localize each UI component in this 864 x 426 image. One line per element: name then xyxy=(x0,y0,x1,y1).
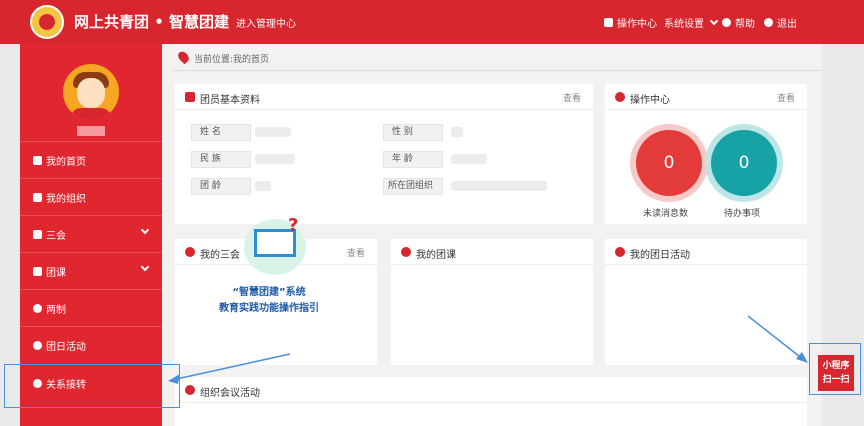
card-title: 我的团日活动 xyxy=(630,250,690,261)
unread-messages-counter[interactable]: 0 xyxy=(636,130,702,196)
nav-logout[interactable]: 退出 xyxy=(764,15,797,30)
guide-title-line2: 教育实践功能操作指引 xyxy=(219,303,319,314)
meeting-icon xyxy=(185,385,195,395)
card-header: 组织会议活动 xyxy=(175,377,807,403)
field-league-age-value-blurred xyxy=(255,181,271,191)
calendar-icon xyxy=(185,247,195,257)
power-icon xyxy=(764,18,773,27)
avatar-face xyxy=(77,78,105,108)
pencil-icon xyxy=(401,247,411,257)
view-link[interactable]: 查看 xyxy=(347,246,365,259)
field-name-value-blurred xyxy=(255,127,291,137)
breadcrumb-text: 当前位置:我的首页 xyxy=(194,55,270,65)
field-gender-label: 性 别 xyxy=(383,124,443,141)
nav-help-label: 帮助 xyxy=(735,19,755,30)
nav-system-settings-label: 系统设置 xyxy=(664,19,704,30)
nav-operation-center-label: 操作中心 xyxy=(617,19,657,30)
sidebar-item-tuanri[interactable]: 团日活动 xyxy=(20,326,162,363)
todo-items-label: 待办事项 xyxy=(724,209,761,219)
folder-icon xyxy=(33,266,42,276)
nav-operation-center[interactable]: 操作中心 xyxy=(604,15,657,30)
nav-help[interactable]: 帮助 xyxy=(722,15,755,30)
member-profile-card: 团员基本资料 查看 姓 名 性 别 民 族 年 龄 团 龄 所在团组织 xyxy=(175,84,593,224)
field-league-age-label: 团 龄 xyxy=(191,178,251,195)
nav-system-settings[interactable]: 系统设置 xyxy=(664,15,719,30)
sidebar-item-sanhui[interactable]: 三会 xyxy=(20,215,162,252)
league-emblem-logo xyxy=(30,5,64,39)
card-header: 操作中心 查看 xyxy=(605,84,807,110)
gear-icon xyxy=(615,92,625,102)
my-tuanri-card: 我的团日活动 xyxy=(605,239,807,365)
sidebar-item-label: 我的组织 xyxy=(46,193,86,205)
sidebar-item-tuanke[interactable]: 团课 xyxy=(20,252,162,289)
chevron-down-icon xyxy=(709,16,719,26)
site-brand: 网上共青团 • 智慧团建 xyxy=(74,13,230,31)
view-link[interactable]: 查看 xyxy=(777,91,795,104)
location-pin-icon xyxy=(176,49,191,65)
highlight-box-mini-program xyxy=(809,343,861,395)
top-bar: 网上共青团 • 智慧团建 进入管理中心 操作中心 系统设置 帮助 退出 xyxy=(0,0,864,44)
chevron-down-icon xyxy=(140,262,150,272)
field-name-label: 姓 名 xyxy=(191,124,251,141)
nav-logout-label: 退出 xyxy=(777,19,797,30)
field-age-label: 年 龄 xyxy=(383,151,443,168)
guide-overlay: ? “智慧团建”系统 教育实践功能操作指引 xyxy=(196,215,342,327)
enter-admin-link[interactable]: 进入管理中心 xyxy=(236,15,296,30)
card-title: 操作中心 xyxy=(630,95,670,106)
view-link[interactable]: 查看 xyxy=(563,91,581,104)
flag-icon xyxy=(33,340,42,350)
checkbox-icon xyxy=(33,229,42,239)
todo-items-counter[interactable]: 0 xyxy=(711,130,777,196)
id-card-icon xyxy=(185,92,195,102)
unread-messages-label: 未读消息数 xyxy=(643,209,689,219)
sidebar-item-label: 三会 xyxy=(46,230,66,242)
highlight-box-transfer xyxy=(4,364,180,408)
user-name-blurred xyxy=(77,126,105,136)
card-header: 我的团日活动 xyxy=(605,239,807,265)
card-title: 组织会议活动 xyxy=(200,388,260,399)
my-tuanke-card: 我的团课 xyxy=(391,239,593,365)
field-gender-value-blurred xyxy=(451,127,463,137)
card-header: 团员基本资料 查看 xyxy=(175,84,593,110)
field-org-label: 所在团组织 xyxy=(383,178,443,195)
operation-center-card: 操作中心 查看 0 未读消息数 0 待办事项 xyxy=(605,84,807,224)
field-age-value-blurred xyxy=(451,154,487,164)
org-meeting-card: 组织会议活动 xyxy=(175,377,807,426)
avatar-shirt xyxy=(71,108,111,120)
sidebar-item-label: 团日活动 xyxy=(46,341,86,353)
sidebar-item-home[interactable]: 我的首页 xyxy=(20,141,162,178)
users-icon xyxy=(33,192,42,202)
sidebar-item-liangzhi[interactable]: 两制 xyxy=(20,289,162,326)
question-mark-icon: ? xyxy=(288,215,299,236)
field-org-value-blurred xyxy=(451,181,547,191)
guide-title-line1: “智慧团建”系统 xyxy=(232,287,306,298)
card-header: 我的团课 xyxy=(391,239,593,265)
circle-icon xyxy=(33,303,42,313)
help-icon xyxy=(722,18,731,27)
breadcrumb: 当前位置:我的首页 xyxy=(172,44,822,71)
mail-icon xyxy=(604,18,613,27)
home-icon xyxy=(33,155,42,165)
sidebar-item-label: 团课 xyxy=(46,267,66,279)
card-title: 我的团课 xyxy=(416,250,456,261)
field-ethnicity-label: 民 族 xyxy=(191,151,251,168)
sidebar-item-label: 我的首页 xyxy=(46,156,86,168)
flag-icon xyxy=(615,247,625,257)
avatar[interactable] xyxy=(63,64,119,120)
chevron-down-icon xyxy=(140,225,150,235)
card-title: 团员基本资料 xyxy=(200,95,260,106)
sidebar-item-my-org[interactable]: 我的组织 xyxy=(20,178,162,215)
field-ethnicity-value-blurred xyxy=(255,154,295,164)
sidebar-item-label: 两制 xyxy=(46,304,66,316)
